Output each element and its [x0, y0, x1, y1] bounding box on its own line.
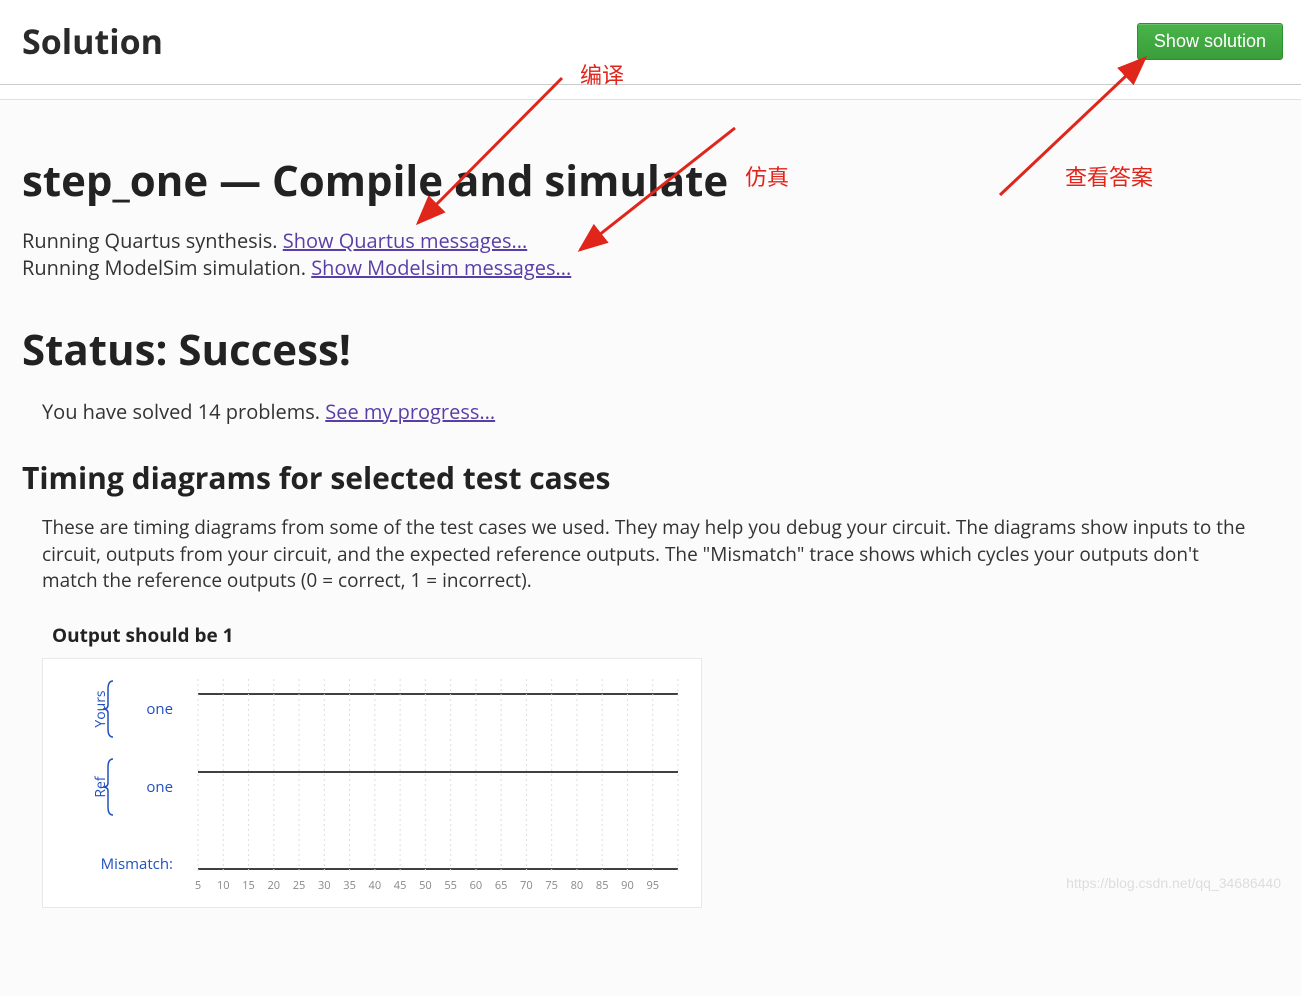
quartus-line: Running Quartus synthesis. Show Quartus …	[22, 227, 1279, 254]
quartus-running-text: Running Quartus synthesis.	[22, 227, 283, 254]
svg-text:25: 25	[293, 878, 306, 893]
svg-text:60: 60	[470, 878, 483, 893]
see-progress-link[interactable]: See my progress...	[325, 398, 495, 425]
x-axis-ticks: 5 10 15 20 25 30 35 40 45 50 55 60 65 70 75 80 85 90 95	[195, 878, 659, 893]
ref-signal-label: one	[146, 777, 173, 797]
solved-line: You have solved 14 problems. See my prog…	[42, 398, 1279, 425]
svg-text:90: 90	[621, 878, 634, 893]
status-heading: Status: Success!	[22, 321, 1279, 378]
svg-text:95: 95	[646, 878, 659, 893]
modelsim-line: Running ModelSim simulation. Show Models…	[22, 254, 1279, 281]
svg-text:70: 70	[520, 878, 533, 893]
svg-text:15: 15	[242, 878, 255, 893]
svg-text:65: 65	[495, 878, 508, 893]
show-solution-button[interactable]: Show solution	[1137, 23, 1283, 60]
show-modelsim-link[interactable]: Show Modelsim messages...	[311, 254, 571, 281]
svg-text:80: 80	[571, 878, 584, 893]
main-panel: step_one — Compile and simulate Running …	[0, 99, 1301, 996]
svg-text:75: 75	[545, 878, 558, 893]
solved-count: 14	[198, 398, 221, 425]
solution-heading: Solution	[22, 18, 163, 64]
page-title: step_one — Compile and simulate	[22, 152, 1279, 209]
modelsim-running-text: Running ModelSim simulation.	[22, 254, 311, 281]
timing-diagram: Yours one Ref one Mismatch: 510152025303…	[42, 658, 702, 908]
svg-text:55: 55	[444, 878, 457, 893]
watermark: https://blog.csdn.net/qq_34686440	[1066, 875, 1281, 891]
vertical-gridlines	[198, 679, 678, 874]
mismatch-label: Mismatch:	[101, 854, 173, 874]
svg-text:30: 30	[318, 878, 331, 893]
svg-text:5: 5	[195, 878, 201, 893]
svg-text:10: 10	[217, 878, 230, 893]
svg-text:40: 40	[369, 878, 382, 893]
svg-text:50: 50	[419, 878, 432, 893]
diagram-title: Output should be 1	[52, 622, 1279, 648]
timing-heading: Timing diagrams for selected test cases	[22, 457, 1279, 498]
header-bar: Solution Show solution	[0, 0, 1301, 85]
svg-text:35: 35	[343, 878, 356, 893]
timing-svg: Yours one Ref one Mismatch: 510152025303…	[53, 669, 693, 899]
solved-prefix: You have solved	[42, 398, 198, 425]
svg-text:85: 85	[596, 878, 609, 893]
yours-group-label: Yours	[91, 690, 110, 728]
svg-text:45: 45	[394, 878, 407, 893]
svg-text:20: 20	[267, 878, 280, 893]
solved-suffix: problems.	[221, 398, 326, 425]
timing-description: These are timing diagrams from some of t…	[42, 514, 1249, 594]
yours-signal-label: one	[146, 699, 173, 719]
show-quartus-link[interactable]: Show Quartus messages...	[283, 227, 528, 254]
